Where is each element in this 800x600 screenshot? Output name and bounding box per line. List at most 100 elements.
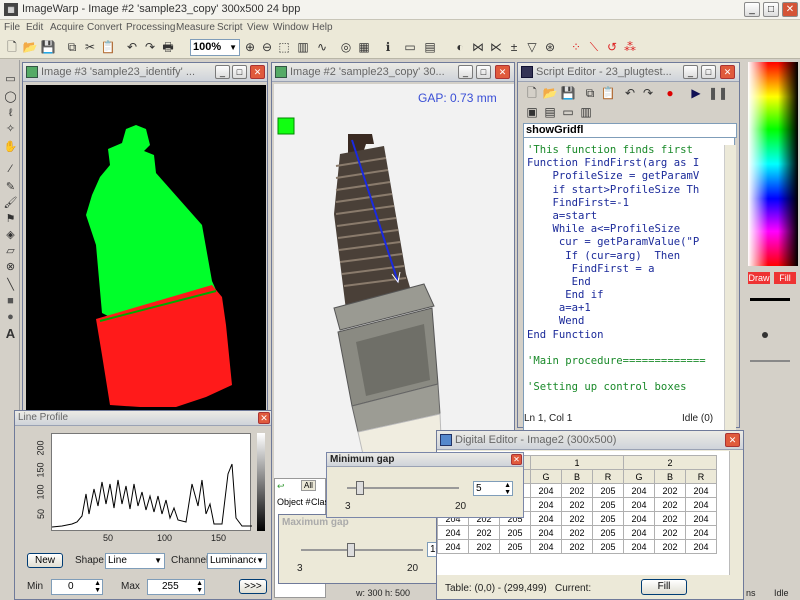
menu-convert[interactable]: Convert <box>87 22 122 33</box>
image3-titlebar[interactable]: Image #3 'sample23_identify' ... _ □ ✕ <box>23 63 267 82</box>
cell[interactable]: 205 <box>592 525 624 540</box>
menu-edit[interactable]: Edit <box>26 22 43 33</box>
menu-processing[interactable]: Processing <box>126 22 175 33</box>
cell[interactable]: 205 <box>499 525 531 540</box>
fill-bucket-icon[interactable]: ◈ <box>3 228 18 243</box>
cell[interactable]: 204 <box>623 497 655 512</box>
script-paste-icon[interactable]: 📋 <box>600 85 616 101</box>
histogram-icon[interactable]: ▥ <box>295 39 311 55</box>
cell[interactable]: 204 <box>685 525 717 540</box>
minimum-gap-input[interactable]: 5 ▲ ▼ <box>473 481 513 496</box>
script-editor-titlebar[interactable]: Script Editor - 23_plugtest... _ □ ✕ <box>518 63 739 82</box>
script-vertical-scrollbar[interactable] <box>724 145 736 433</box>
cell[interactable]: 205 <box>592 511 624 526</box>
info-icon[interactable]: ℹ <box>380 39 396 55</box>
filter-icon[interactable]: ▽ <box>524 39 540 55</box>
multi-point-icon[interactable]: ⁂ <box>622 39 638 55</box>
plus-minus-icon[interactable]: ± <box>506 39 522 55</box>
new-file-icon[interactable]: 🗋 <box>4 39 20 55</box>
text-tool-icon[interactable]: A <box>3 326 18 341</box>
eyedropper-icon[interactable]: ⁄ <box>3 162 18 177</box>
cut-icon[interactable]: ✂ <box>82 39 98 55</box>
profile-icon[interactable]: ∿ <box>314 39 330 55</box>
paste-icon[interactable]: 📋 <box>100 39 116 55</box>
image2-close-button[interactable]: ✕ <box>495 65 510 79</box>
rectangle-tool-icon[interactable]: ■ <box>3 294 18 309</box>
cell[interactable]: 202 <box>654 511 686 526</box>
cell[interactable]: 202 <box>654 539 686 554</box>
menu-window[interactable]: Window <box>273 22 309 33</box>
cell[interactable]: 204 <box>530 511 562 526</box>
cell[interactable]: 202 <box>561 511 593 526</box>
cell[interactable]: 202 <box>561 497 593 512</box>
print-icon[interactable]: 🖶 <box>160 39 176 55</box>
cell[interactable]: 202 <box>468 525 500 540</box>
clone-icon[interactable]: ⊗ <box>3 260 18 275</box>
split-icon[interactable]: ⋉ <box>488 39 504 55</box>
script-window-d-icon[interactable]: ▥ <box>578 104 594 120</box>
tab-arrow-icon[interactable]: ↩ <box>277 481 285 492</box>
target-icon[interactable]: ◎ <box>338 39 354 55</box>
cell[interactable]: 204 <box>530 539 562 554</box>
tab-all[interactable]: All <box>301 480 316 491</box>
cell[interactable]: 202 <box>654 525 686 540</box>
cell[interactable]: 202 <box>654 497 686 512</box>
digital-editor-scrollbar[interactable] <box>729 451 743 575</box>
cell[interactable]: 202 <box>468 539 500 554</box>
ellipse-select-icon[interactable]: ◯ <box>3 90 18 105</box>
cell[interactable]: 204 <box>437 539 469 554</box>
maximum-gap-slider-thumb[interactable] <box>347 543 356 557</box>
zoom-in-icon[interactable]: ⊕ <box>242 39 258 55</box>
open-folder-icon[interactable]: 📂 <box>22 39 38 55</box>
cell[interactable]: 204 <box>685 483 717 498</box>
pause-icon[interactable]: ❚❚ <box>708 85 728 101</box>
minimum-gap-spinner-icon[interactable]: ▲ ▼ <box>504 482 511 496</box>
brush-size-slider[interactable] <box>750 360 790 362</box>
brush-icon[interactable]: 🖌 <box>3 196 18 211</box>
script-window-b-icon[interactable]: ▤ <box>542 104 558 120</box>
shape-select[interactable]: Line ▼ <box>105 553 165 569</box>
fit-window-icon[interactable]: ⬚ <box>276 39 292 55</box>
min-spinner-icon[interactable]: ▲ ▼ <box>94 580 101 594</box>
stamp-icon[interactable]: ⚑ <box>3 212 18 227</box>
minimum-gap-close-button[interactable]: ✕ <box>511 454 522 465</box>
cell[interactable]: 202 <box>654 483 686 498</box>
menu-help[interactable]: Help <box>312 22 333 33</box>
rect-select-icon[interactable]: ▭ <box>3 72 18 87</box>
menu-view[interactable]: View <box>247 22 269 33</box>
eraser-icon[interactable]: ▱ <box>3 244 18 259</box>
copy-icon[interactable]: ⧉ <box>64 39 80 55</box>
min-input[interactable]: 0 ▲ ▼ <box>51 579 103 595</box>
line-width-sample[interactable] <box>750 298 790 301</box>
angle-icon[interactable]: ↺ <box>604 39 620 55</box>
script-copy-icon[interactable]: ⧉ <box>582 85 598 101</box>
channel-select[interactable]: Luminance ▼ <box>207 553 267 569</box>
cell[interactable]: 205 <box>592 497 624 512</box>
save-icon[interactable]: 💾 <box>40 39 56 55</box>
magic-wand-icon[interactable]: ✧ <box>3 122 18 137</box>
cell[interactable]: 204 <box>623 511 655 526</box>
image2-minimize-button[interactable]: _ <box>458 65 473 79</box>
pencil-icon[interactable]: ✎ <box>3 180 18 195</box>
fill-color-button[interactable]: Fill <box>774 272 796 284</box>
script-open-icon[interactable]: 📂 <box>542 85 558 101</box>
profile-plot-area[interactable] <box>51 433 252 531</box>
image2-maximize-button[interactable]: □ <box>476 65 491 79</box>
cell[interactable]: 205 <box>499 539 531 554</box>
points-icon[interactable]: ⁘ <box>568 39 584 55</box>
line-tool-icon[interactable]: ╲ <box>3 278 18 293</box>
script-code-area[interactable]: 'This function finds first Function FindF… <box>523 137 735 435</box>
minimize-button[interactable]: _ <box>744 2 760 17</box>
circle-target-icon[interactable]: ⊛ <box>542 39 558 55</box>
function-selector[interactable]: showGridfl <box>523 123 737 138</box>
script-undo-icon[interactable]: ↶ <box>622 85 638 101</box>
merge-icon[interactable]: ⋈ <box>470 39 486 55</box>
undo-icon[interactable]: ↶ <box>124 39 140 55</box>
line-profile-titlebar[interactable]: Line Profile ✕ <box>15 411 271 426</box>
lasso-icon[interactable]: ℓ <box>3 106 18 121</box>
menu-file[interactable]: File <box>4 22 20 33</box>
list-icon[interactable]: ▤ <box>422 39 438 55</box>
maximize-button[interactable]: □ <box>763 2 779 17</box>
script-new-icon[interactable]: 🗋 <box>524 85 540 101</box>
minimum-gap-titlebar[interactable]: Minimum gap ✕ <box>327 453 523 467</box>
